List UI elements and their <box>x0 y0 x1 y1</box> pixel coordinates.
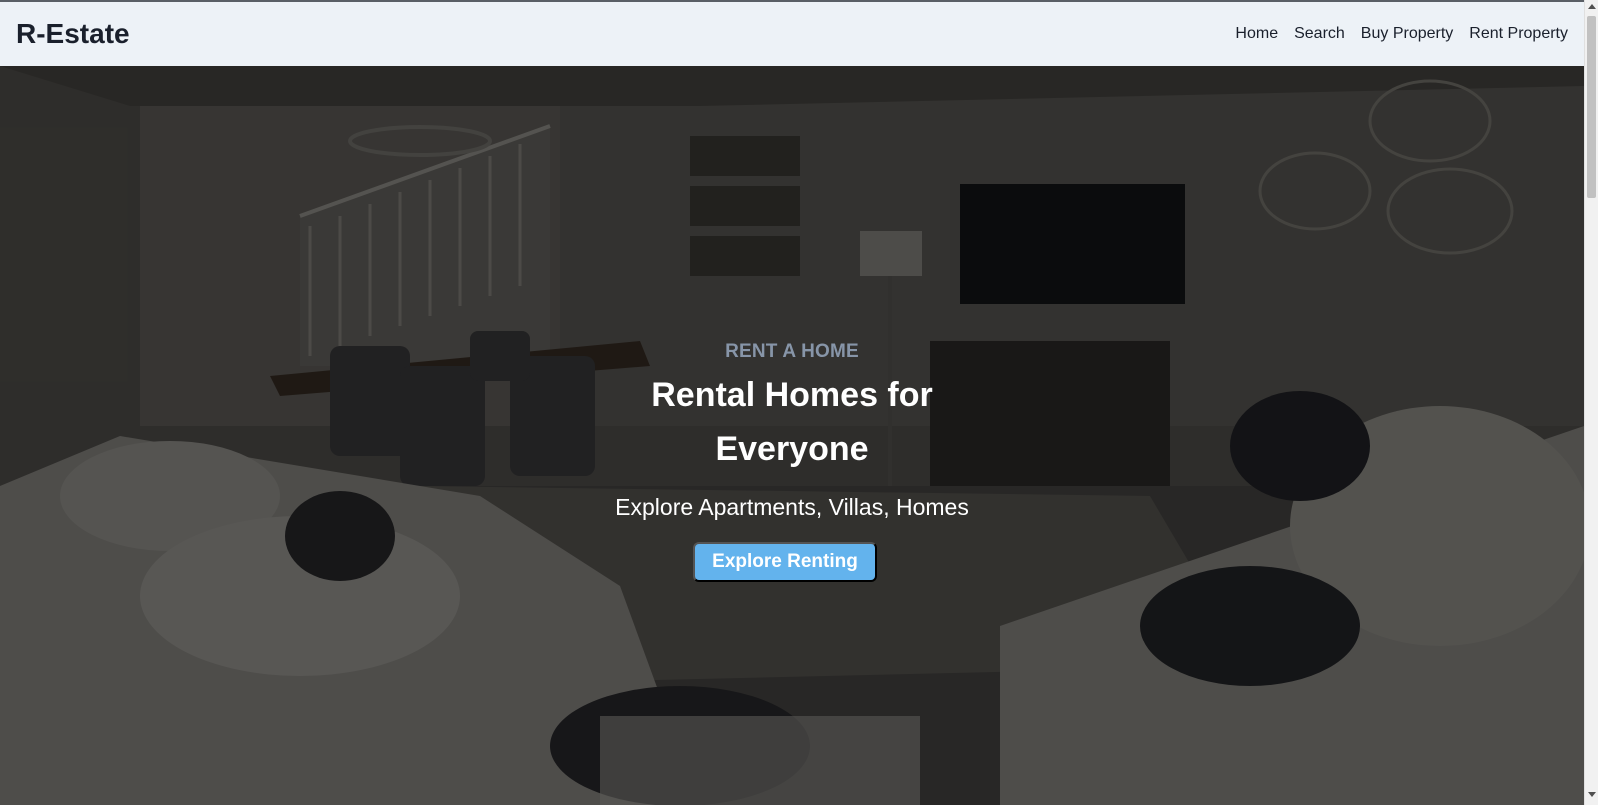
explore-renting-button[interactable]: Explore Renting <box>693 542 877 582</box>
hero-headline: Rental Homes for Everyone <box>0 368 1584 476</box>
nav-link-rent-property[interactable]: Rent Property <box>1469 25 1568 43</box>
vertical-scrollbar[interactable] <box>1584 0 1598 805</box>
nav-link-buy-property[interactable]: Buy Property <box>1361 25 1453 43</box>
hero-headline-line2: Everyone <box>715 430 869 468</box>
hero-headline-line1: Rental Homes for <box>651 376 933 414</box>
scroll-thumb[interactable] <box>1587 16 1596 198</box>
brand-logo[interactable]: R-Estate <box>16 18 130 50</box>
hero-content: RENT A HOME Rental Homes for Everyone Ex… <box>0 66 1584 805</box>
nav-links: Home Search Buy Property Rent Property <box>1235 25 1568 43</box>
hero-banner: RENT A HOME Rental Homes for Everyone Ex… <box>0 66 1584 805</box>
scroll-down-arrow-icon[interactable] <box>1588 792 1596 797</box>
scroll-up-arrow-icon[interactable] <box>1588 4 1596 9</box>
page: R-Estate Home Search Buy Property Rent P… <box>0 0 1598 805</box>
hero-eyebrow: RENT A HOME <box>725 341 859 362</box>
hero-subtitle: Explore Apartments, Villas, Homes <box>615 494 969 520</box>
navbar: R-Estate Home Search Buy Property Rent P… <box>0 2 1584 66</box>
nav-link-search[interactable]: Search <box>1294 25 1345 43</box>
nav-link-home[interactable]: Home <box>1235 25 1278 43</box>
